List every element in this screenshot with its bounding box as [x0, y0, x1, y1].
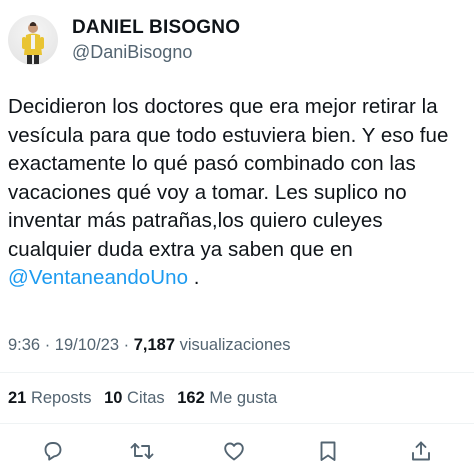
share-button[interactable] — [406, 436, 436, 466]
bookmark-icon — [320, 441, 336, 461]
quotes-stat[interactable]: 10 Citas — [104, 389, 165, 407]
tweet-meta: 9:36 · 19/10/23 · 7,187 visualizaciones — [8, 336, 291, 355]
meta-separator: · — [119, 336, 134, 354]
likes-label: Me gusta — [209, 389, 278, 407]
user-names: DANIEL BISOGNO @DaniBisogno — [72, 17, 240, 63]
tweet-detail: DANIEL BISOGNO @DaniBisogno Decidieron l… — [0, 0, 474, 474]
mention-link[interactable]: @VentaneandoUno — [8, 266, 188, 289]
like-button[interactable] — [219, 436, 249, 466]
tweet-time[interactable]: 9:36 — [8, 336, 40, 354]
meta-separator: · — [40, 336, 55, 354]
views-label: visualizaciones — [175, 336, 291, 354]
quotes-label: Citas — [127, 389, 165, 407]
likes-stat[interactable]: 162 Me gusta — [177, 389, 277, 407]
tweet-body: Decidieron los doctores que era mejor re… — [8, 95, 449, 261]
tweet-header: DANIEL BISOGNO @DaniBisogno — [8, 8, 468, 72]
likes-count: 162 — [177, 389, 205, 407]
action-bar — [0, 436, 474, 466]
share-icon — [412, 441, 430, 461]
tweet-text: Decidieron los doctores que era mejor re… — [8, 93, 470, 293]
reply-button[interactable] — [38, 436, 68, 466]
repost-button[interactable] — [127, 436, 157, 466]
reposts-label: Reposts — [30, 389, 92, 407]
views-count: 7,187 — [133, 336, 175, 354]
repost-icon — [130, 443, 154, 459]
tweet-date[interactable]: 19/10/23 — [55, 336, 119, 354]
user-handle[interactable]: @DaniBisogno — [72, 41, 240, 63]
bookmark-button[interactable] — [313, 436, 343, 466]
tweet-stats: 21 Reposts 10 Citas 162 Me gusta — [8, 389, 277, 408]
tweet-trailing: . — [188, 266, 200, 289]
divider — [0, 423, 474, 424]
divider — [0, 372, 474, 373]
reply-icon — [44, 442, 62, 461]
reposts-count: 21 — [8, 389, 27, 407]
display-name[interactable]: DANIEL BISOGNO — [72, 17, 240, 39]
avatar[interactable] — [8, 15, 58, 65]
reposts-stat[interactable]: 21 Reposts — [8, 389, 91, 407]
quotes-count: 10 — [104, 389, 123, 407]
like-icon — [224, 442, 244, 461]
